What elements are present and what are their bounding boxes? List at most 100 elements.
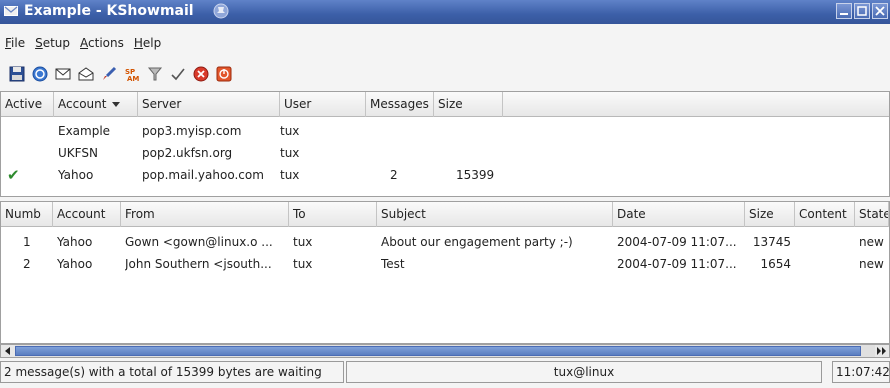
message-state: new	[859, 257, 884, 271]
mail-icon[interactable]	[54, 65, 72, 83]
message-account: Yahoo	[57, 235, 93, 249]
menu-setup[interactable]: Setup	[35, 36, 70, 56]
account-size: 15399	[456, 168, 495, 182]
message-subject: Test	[381, 257, 405, 271]
toolbar: SP AM	[0, 63, 233, 85]
message-to: tux	[293, 235, 313, 249]
accounts-header: Active Account Server User Messages Size	[1, 92, 889, 117]
account-server: pop.mail.yahoo.com	[142, 168, 264, 182]
column-from[interactable]: From	[121, 202, 289, 227]
message-from: Gown <gown@linux.o ...	[125, 235, 273, 249]
active-check[interactable]	[7, 142, 47, 164]
menu-file[interactable]: File	[5, 36, 25, 56]
message-subject: About our engagement party ;-)	[381, 235, 573, 249]
menu-help-label: elp	[142, 36, 162, 50]
menu-help-mnemonic: H	[133, 36, 143, 50]
message-size: 13745	[752, 235, 791, 249]
title-bar[interactable]: Example - KShowmail	[0, 0, 890, 24]
message-number: 2	[23, 257, 31, 271]
column-content[interactable]: Content	[795, 202, 855, 227]
account-row[interactable]: ✔ Yahoo pop.mail.yahoo.com tux 2 15399	[1, 164, 889, 186]
scroll-left-icon[interactable]	[1, 345, 15, 357]
scroll-right-icon[interactable]	[875, 345, 889, 357]
scrollbar-thumb[interactable]	[15, 346, 861, 356]
message-to: tux	[293, 257, 313, 271]
account-server: pop3.myisp.com	[142, 124, 242, 138]
active-check[interactable]: ✔	[7, 164, 47, 186]
message-row[interactable]: 2 Yahoo John Southern <jsouth... tux Tes…	[1, 253, 889, 275]
save-icon[interactable]	[8, 65, 26, 83]
spam-icon[interactable]: SP AM	[123, 65, 141, 83]
account-size	[456, 142, 506, 164]
close-icon[interactable]	[872, 3, 888, 19]
account-name: Yahoo	[58, 168, 94, 182]
column-date[interactable]: Date	[613, 202, 745, 227]
menu-setup-mnemonic: S	[35, 36, 43, 50]
message-row[interactable]: 1 Yahoo Gown <gown@linux.o ... tux About…	[1, 231, 889, 253]
filter-icon[interactable]	[146, 65, 164, 83]
column-server[interactable]: Server	[138, 92, 280, 117]
menu-actions-label: ctions	[88, 36, 124, 50]
account-messages	[390, 120, 430, 142]
account-messages: 2	[390, 168, 398, 182]
status-time: 11:07:42	[832, 361, 890, 383]
column-msg-size[interactable]: Size	[745, 202, 795, 227]
menu-file-label: ile	[11, 36, 26, 50]
status-user: tux@linux	[346, 361, 822, 383]
message-content	[799, 231, 855, 253]
window-title: Example - KShowmail	[24, 3, 194, 19]
checkmark-icon[interactable]	[169, 65, 187, 83]
column-active[interactable]: Active	[1, 92, 54, 117]
mail-open-icon[interactable]	[77, 65, 95, 83]
kshowmail-window: Example - KShowmail File Setup Actions H…	[0, 0, 890, 388]
brush-icon[interactable]	[100, 65, 118, 83]
column-number[interactable]: Numb	[1, 202, 53, 227]
account-name: UKFSN	[58, 146, 98, 160]
accounts-table: Active Account Server User Messages Size…	[0, 91, 890, 197]
refresh-icon[interactable]	[31, 65, 49, 83]
account-user: tux	[280, 146, 300, 160]
minimize-icon[interactable]	[836, 3, 852, 19]
stop-icon[interactable]	[192, 65, 210, 83]
status-bar: 2 message(s) with a total of 15399 bytes…	[0, 361, 890, 383]
column-subject[interactable]: Subject	[377, 202, 613, 227]
column-size[interactable]: Size	[434, 92, 503, 117]
kshowmail-icon	[4, 5, 18, 17]
messages-table: Numb Account From To Subject Date Size C…	[0, 201, 890, 344]
menu-bar: File Setup Actions Help	[0, 36, 161, 56]
account-row[interactable]: UKFSN pop2.ukfsn.org tux	[1, 142, 889, 164]
message-state: new	[859, 235, 884, 249]
column-account-label: Account	[58, 97, 107, 111]
column-to[interactable]: To	[289, 202, 377, 227]
account-server: pop2.ukfsn.org	[142, 146, 233, 160]
active-check[interactable]	[7, 120, 47, 142]
column-msg-account[interactable]: Account	[53, 202, 121, 227]
message-date: 2004-07-09 11:07...	[617, 235, 737, 249]
svg-text:AM: AM	[127, 75, 139, 82]
menu-setup-label: etup	[42, 36, 71, 50]
message-content	[799, 253, 855, 275]
messages-header: Numb Account From To Subject Date Size C…	[1, 202, 889, 227]
column-messages[interactable]: Messages	[366, 92, 434, 117]
account-user: tux	[280, 124, 300, 138]
sticky-pin-icon[interactable]	[212, 2, 230, 20]
horizontal-scrollbar[interactable]	[0, 344, 890, 358]
message-number: 1	[23, 235, 31, 249]
status-message: 2 message(s) with a total of 15399 bytes…	[0, 361, 344, 383]
account-row[interactable]: Example pop3.myisp.com tux	[1, 120, 889, 142]
account-messages	[390, 142, 430, 164]
exit-icon[interactable]	[215, 65, 233, 83]
message-from: John Southern <jsouth...	[125, 257, 272, 271]
sort-down-icon	[112, 92, 121, 117]
menu-actions-mnemonic: A	[80, 36, 89, 50]
account-user: tux	[280, 168, 300, 182]
menu-help[interactable]: Help	[134, 36, 161, 56]
message-account: Yahoo	[57, 257, 93, 271]
account-size	[456, 120, 506, 142]
column-account[interactable]: Account	[54, 92, 138, 117]
menu-actions[interactable]: Actions	[80, 36, 124, 56]
column-state[interactable]: State	[855, 202, 889, 227]
column-user[interactable]: User	[280, 92, 366, 117]
message-size: 1654	[760, 257, 791, 271]
maximize-icon[interactable]	[854, 3, 870, 19]
